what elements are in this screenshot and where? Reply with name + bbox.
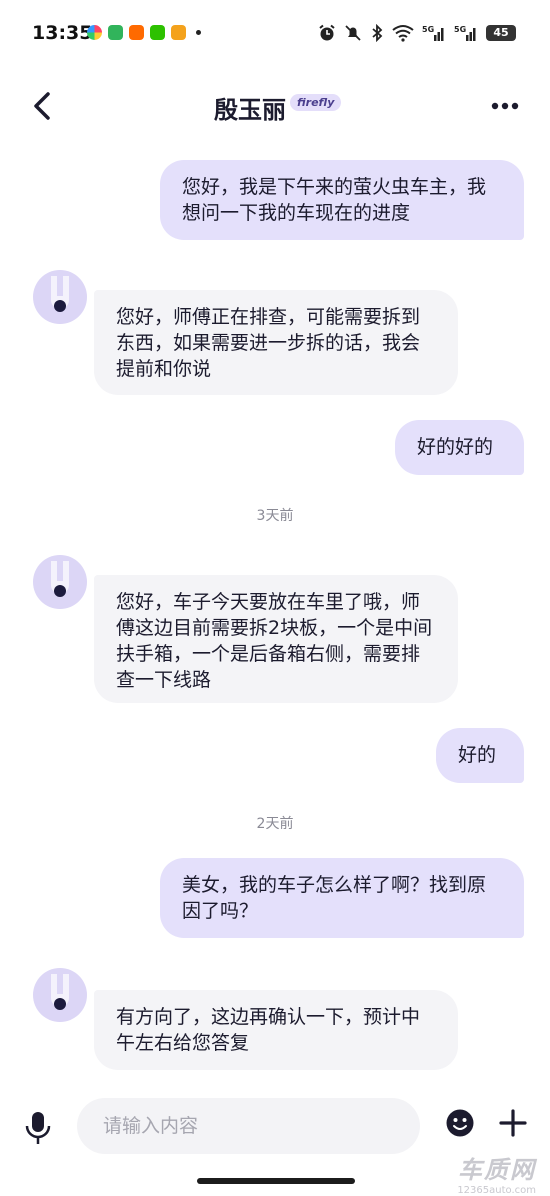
signal-icon-2: 5G [454,25,476,41]
voice-input-button[interactable] [24,1110,52,1146]
home-indicator[interactable] [197,1178,355,1184]
status-time: 13:35 [32,22,93,44]
emoji-button[interactable] [445,1108,475,1138]
avatar-icon [51,974,69,1010]
bluetooth-icon [372,24,383,42]
message-text: 您好，车子今天要放在车里了哦，师傅这边目前需要拆2块板，一个是中间扶手箱，一个是… [116,591,433,691]
message-bubble-incoming[interactable]: 您好，车子今天要放在车里了哦，师傅这边目前需要拆2块板，一个是中间扶手箱，一个是… [94,575,458,703]
chat-header: 殷玉丽 firefly [0,70,550,140]
brand-badge: firefly [290,94,342,111]
signal-icon-1: 5G [422,25,444,41]
notification-icons [87,25,201,40]
wechat-app-icon [150,25,165,40]
message-text: 您好，我是下午来的萤火虫车主，我想问一下我的车现在的进度 [182,176,487,224]
emoji-icon [446,1109,474,1137]
status-bar: 13:35 5G 5G 45 [0,0,550,70]
chevron-left-icon [34,92,50,120]
message-list[interactable]: 您好，我是下午来的萤火虫车主，我想问一下我的车现在的进度 您好，师傅正在排查，可… [0,140,550,1080]
microphone-icon [25,1112,51,1144]
avatar[interactable] [33,968,87,1022]
avatar[interactable] [33,555,87,609]
back-button[interactable] [26,88,62,124]
message-text: 美女，我的车子怎么样了啊？找到原因了吗？ [182,874,487,922]
more-options-button[interactable] [490,96,520,116]
more-dots-icon [491,102,519,110]
orange-app-icon [171,25,186,40]
mute-icon [345,25,361,41]
message-bubble-incoming[interactable]: 您好，师傅正在排查，可能需要拆到东西，如果需要进一步拆的话，我会提前和你说 [94,290,458,395]
photos-app-icon [87,25,102,40]
avatar[interactable] [33,270,87,324]
green-app-icon [108,25,123,40]
message-bubble-incoming[interactable]: 有方向了，这边再确认一下，预计中午左右给您答复 [94,990,458,1070]
message-text: 您好，师傅正在排查，可能需要拆到东西，如果需要进一步拆的话，我会提前和你说 [116,306,421,380]
message-bubble-outgoing[interactable]: 好的 [436,728,524,783]
more-notifications-dot [196,30,201,35]
taobao-app-icon [129,25,144,40]
avatar-icon [51,276,69,312]
message-input[interactable] [77,1098,420,1154]
svg-text:5G: 5G [454,25,466,34]
contact-name: 殷玉丽 [214,96,286,124]
watermark-url: 12365auto.com [457,1185,536,1196]
add-attachment-button[interactable] [498,1108,528,1138]
wifi-icon [392,25,414,42]
battery-indicator: 45 [486,25,516,41]
alarm-icon [319,24,335,41]
date-separator: 2天前 [256,816,294,832]
message-bubble-outgoing[interactable]: 好的好的 [395,420,524,475]
date-separator: 3天前 [256,508,294,524]
message-text: 好的 [458,744,497,766]
message-bubble-outgoing[interactable]: 美女，我的车子怎么样了啊？找到原因了吗？ [160,858,524,938]
message-bubble-outgoing[interactable]: 您好，我是下午来的萤火虫车主，我想问一下我的车现在的进度 [160,160,524,240]
message-text: 有方向了，这边再确认一下，预计中午左右给您答复 [116,1006,421,1054]
avatar-icon [51,561,69,597]
svg-text:5G: 5G [422,25,434,34]
plus-icon [499,1109,527,1137]
system-status-icons: 5G 5G 45 [318,24,516,42]
watermark: 车质网 12365auto.com [457,1150,536,1196]
message-text: 好的好的 [417,436,494,458]
watermark-title: 车质网 [458,1156,536,1184]
